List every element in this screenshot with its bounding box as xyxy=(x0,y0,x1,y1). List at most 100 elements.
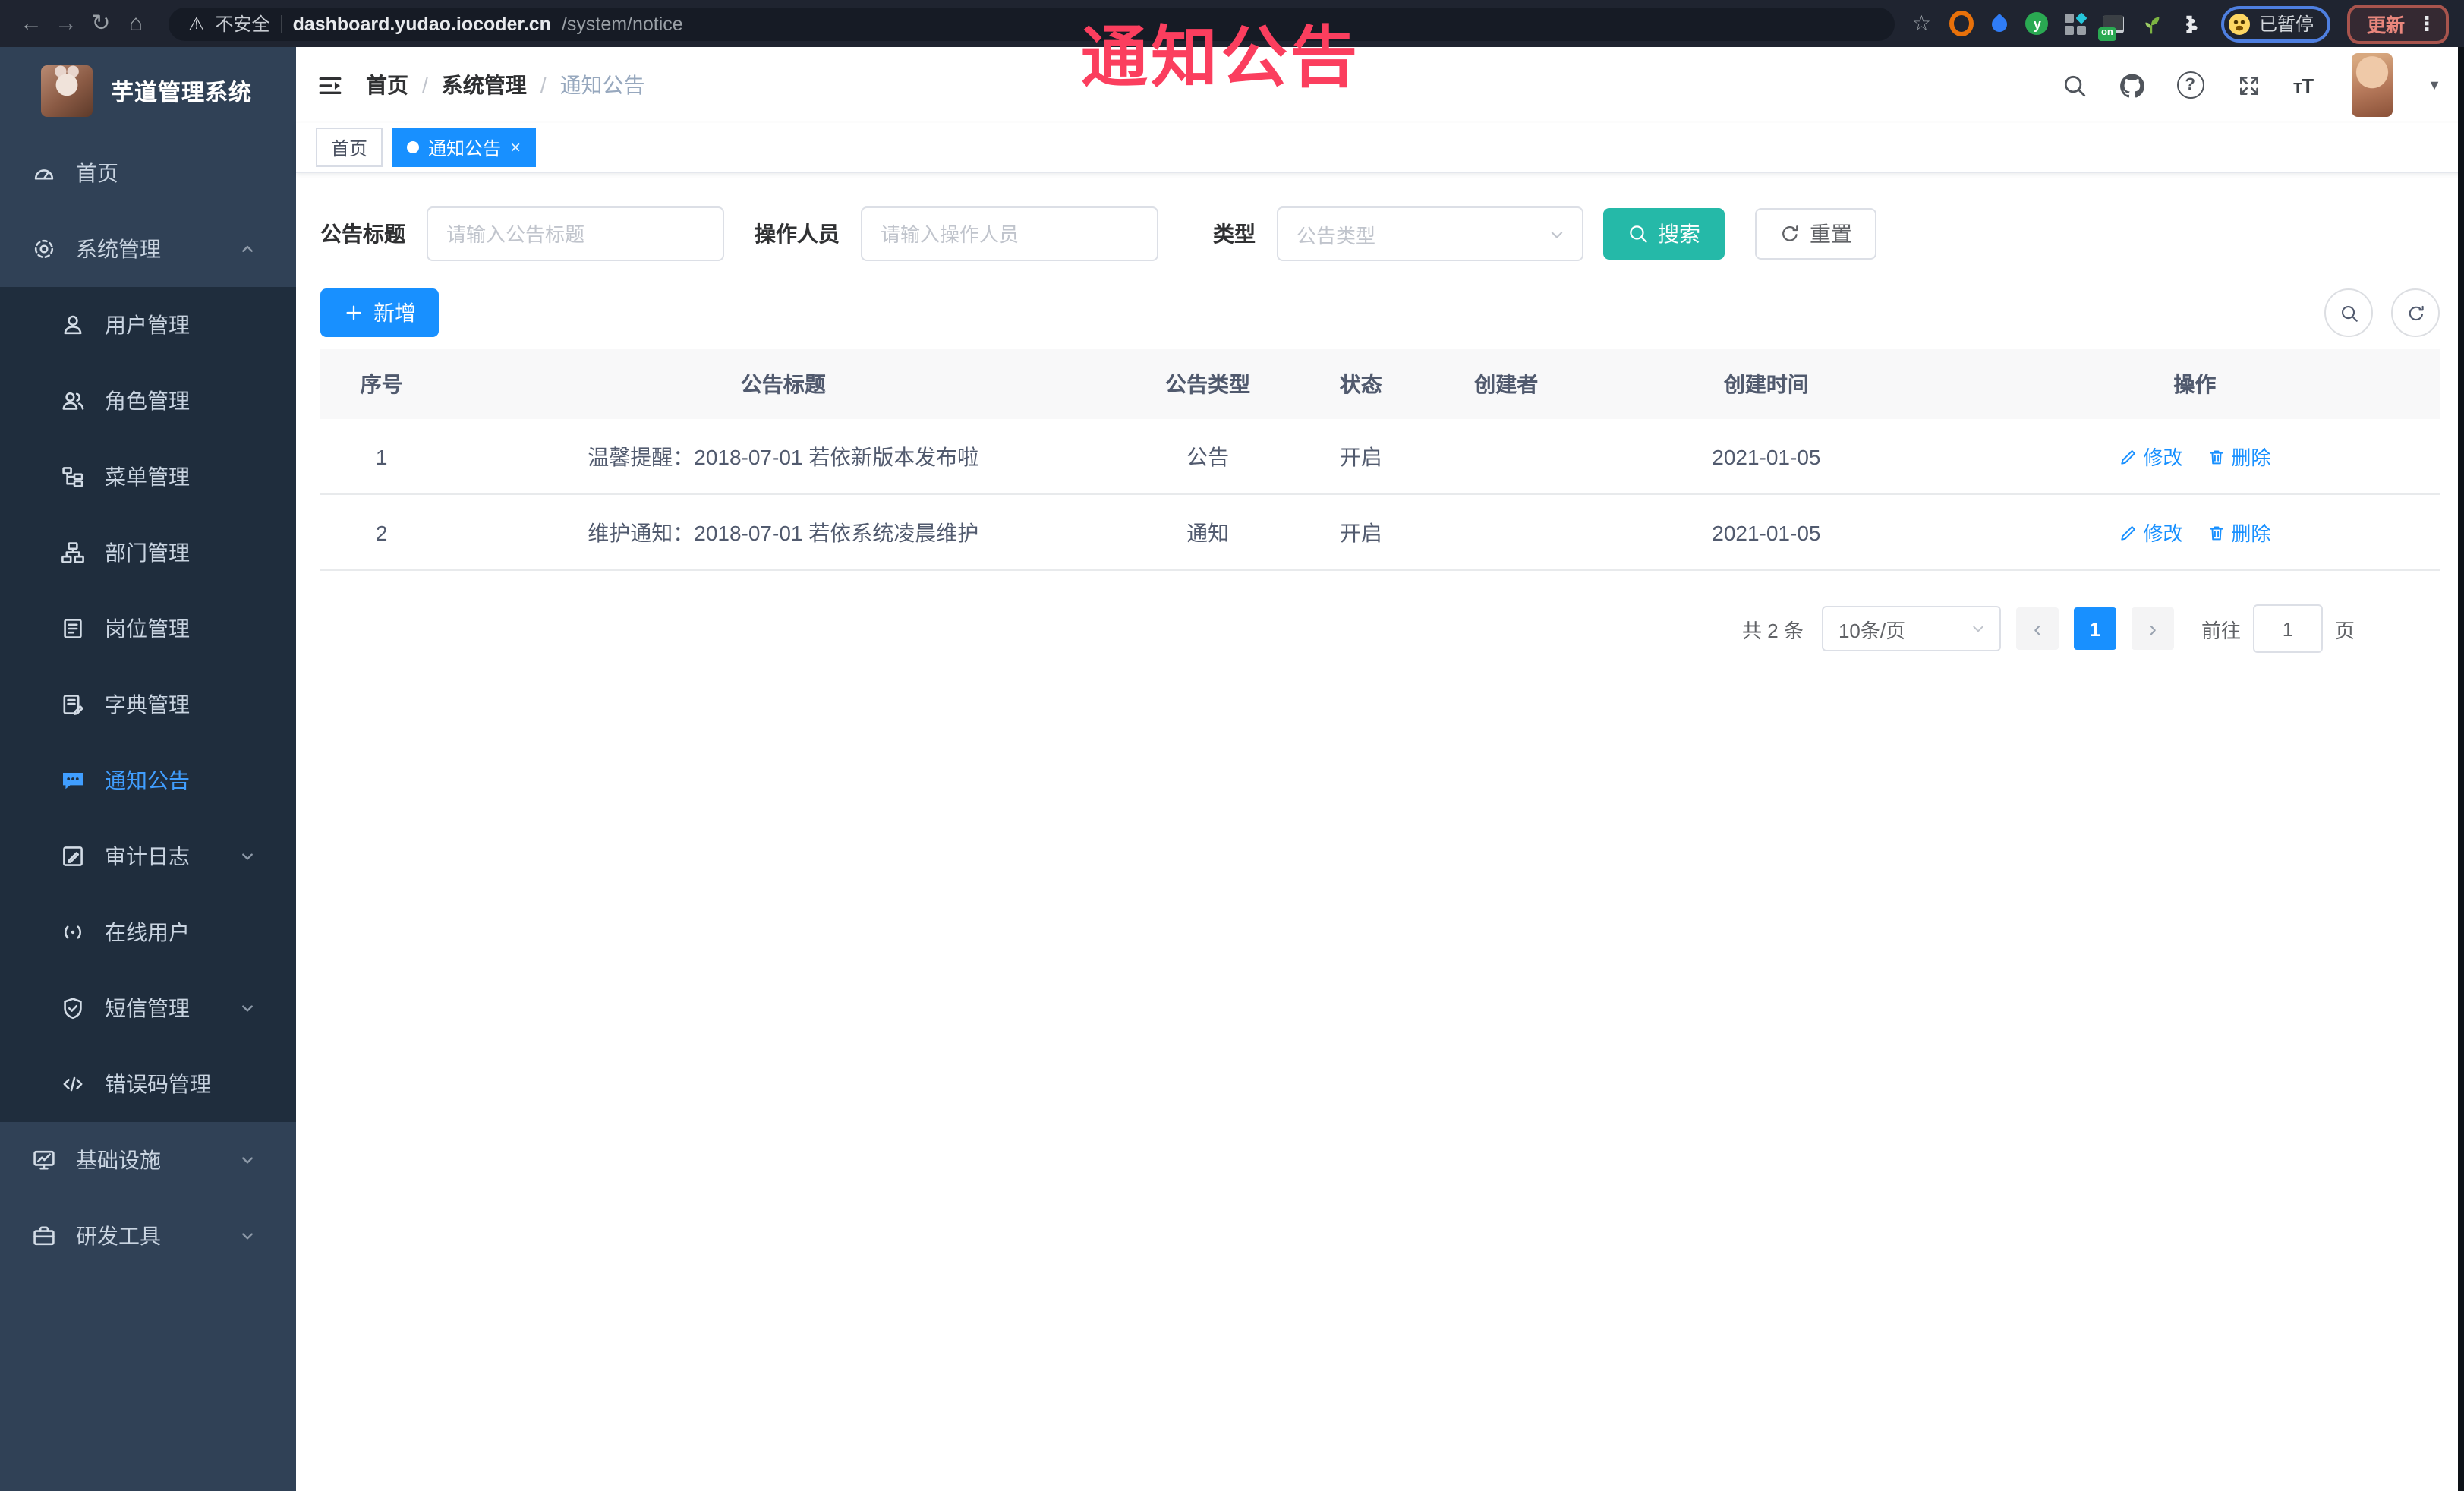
cell-creator xyxy=(1429,419,1583,495)
extension-green-circle-icon[interactable]: y xyxy=(2025,11,2050,36)
filter-operator-input[interactable] xyxy=(861,206,1158,261)
page-size-select[interactable]: 10条/页 xyxy=(1821,606,2001,651)
pagination-total: 共 2 条 xyxy=(1742,619,1804,641)
browser-home-icon[interactable]: ⌂ xyxy=(120,0,152,47)
sidebar-item-label: 岗位管理 xyxy=(105,616,190,641)
breadcrumb-item-首页[interactable]: 首页 xyxy=(366,70,408,100)
browser-back-icon[interactable]: ← xyxy=(15,0,47,47)
address-divider xyxy=(280,14,282,33)
fullscreen-icon[interactable] xyxy=(2236,72,2261,98)
page-unit-label: 页 xyxy=(2334,619,2355,641)
update-chip-label: 更新 xyxy=(2366,15,2405,36)
update-chip[interactable]: 更新 ⋮ xyxy=(2346,4,2449,43)
sidebar-item-短信管理[interactable]: 短信管理 xyxy=(0,970,296,1046)
message-icon xyxy=(61,768,85,793)
add-button[interactable]: 新增 xyxy=(320,288,439,337)
next-page-button[interactable]: › xyxy=(2131,607,2174,650)
github-icon[interactable] xyxy=(2119,72,2144,98)
search-button[interactable]: 搜索 xyxy=(1603,208,1725,260)
breadcrumb-item-系统管理[interactable]: 系统管理 xyxy=(442,70,527,100)
table-refresh-button[interactable] xyxy=(2391,288,2440,337)
close-icon[interactable]: × xyxy=(510,138,521,156)
user-avatar[interactable] xyxy=(2352,53,2393,117)
security-warning-icon: ⚠ xyxy=(188,13,205,34)
cell-created_at: 2021-01-05 xyxy=(1583,419,1950,495)
table-search-toggle-button[interactable] xyxy=(2324,288,2373,337)
sidebar-item-label: 基础设施 xyxy=(76,1148,161,1172)
sidebar-item-基础设施[interactable]: 基础设施 xyxy=(0,1122,296,1198)
url-host: dashboard.yudao.iocoder.cn xyxy=(292,13,551,34)
filter-title-label: 公告标题 xyxy=(320,222,405,246)
search-icon[interactable] xyxy=(2061,72,2087,98)
extension-blue-drop-icon[interactable] xyxy=(1987,11,2012,36)
window-edge xyxy=(2458,47,2464,1491)
browser-menu-icon[interactable]: ⋮ xyxy=(2417,11,2437,36)
extension-puzzle-icon[interactable] xyxy=(2177,11,2201,36)
edit-link[interactable]: 修改 xyxy=(2119,518,2182,547)
profile-chip[interactable]: 已暂停 xyxy=(2220,5,2330,42)
browser-reload-icon[interactable]: ↻ xyxy=(85,0,117,47)
sidebar-item-菜单管理[interactable]: 菜单管理 xyxy=(0,439,296,515)
sidebar-item-岗位管理[interactable]: 岗位管理 xyxy=(0,591,296,667)
reset-button[interactable]: 重置 xyxy=(1755,208,1876,260)
sidebar-item-通知公告[interactable]: 通知公告 xyxy=(0,742,296,818)
filter-type-select[interactable]: 公告类型 xyxy=(1277,206,1583,261)
table-toolbar: 新增 xyxy=(320,288,2440,337)
sidebar-item-在线用户[interactable]: 在线用户 xyxy=(0,894,296,970)
extensions-row: y on xyxy=(1949,11,2201,40)
sidebar-item-错误码管理[interactable]: 错误码管理 xyxy=(0,1046,296,1122)
app-title: 芋道管理系统 xyxy=(111,80,253,106)
prev-page-button[interactable]: ‹ xyxy=(2015,607,2059,650)
sidebar-item-研发工具[interactable]: 研发工具 xyxy=(0,1198,296,1274)
cell-index: 1 xyxy=(320,419,443,495)
extension-sprout-icon[interactable] xyxy=(2139,11,2163,36)
sidebar-item-部门管理[interactable]: 部门管理 xyxy=(0,515,296,591)
sidebar-item-审计日志[interactable]: 审计日志 xyxy=(0,818,296,894)
sidebar-item-角色管理[interactable]: 角色管理 xyxy=(0,363,296,439)
goto-label: 前往 xyxy=(2201,619,2241,641)
help-icon[interactable]: ? xyxy=(2176,71,2204,99)
online-icon xyxy=(61,920,85,944)
sidebar-item-用户管理[interactable]: 用户管理 xyxy=(0,287,296,363)
extension-grid-icon[interactable] xyxy=(2063,11,2087,36)
goto-page-input[interactable] xyxy=(2252,604,2323,653)
sidebar-item-label: 系统管理 xyxy=(76,237,161,261)
sidebar-logo[interactable]: 芋道管理系统 xyxy=(0,47,296,135)
sidebar-item-字典管理[interactable]: 字典管理 xyxy=(0,667,296,742)
cell-status: 开启 xyxy=(1292,419,1430,495)
sidebar-item-label: 在线用户 xyxy=(105,920,190,944)
sidebar-item-系统管理[interactable]: 系统管理 xyxy=(0,211,296,287)
profile-emoji-icon xyxy=(2228,13,2250,34)
sidebar-item-label: 审计日志 xyxy=(105,844,190,868)
tags-view-bar: 首页 通知公告 × xyxy=(296,123,2464,173)
column-header-公告标题: 公告标题 xyxy=(443,349,1124,419)
sidebar-item-首页[interactable]: 首页 xyxy=(0,135,296,211)
delete-link[interactable]: 删除 xyxy=(2207,518,2270,547)
delete-link[interactable]: 删除 xyxy=(2207,442,2270,471)
monitor-icon xyxy=(32,1148,56,1172)
sidebar-item-label: 通知公告 xyxy=(105,768,190,793)
peoples-icon xyxy=(61,389,85,413)
address-bar[interactable]: ⚠ 不安全 dashboard.yudao.iocoder.cn/system/… xyxy=(169,7,1895,40)
cell-status: 开启 xyxy=(1292,494,1430,571)
filter-title-input[interactable] xyxy=(427,206,724,261)
font-size-icon[interactable]: TT xyxy=(2293,74,2314,96)
extension-orange-ring-icon[interactable] xyxy=(1949,11,1974,36)
tag-通知公告[interactable]: 通知公告 × xyxy=(392,128,537,167)
bookmark-star-icon[interactable]: ☆ xyxy=(1912,11,1931,36)
avatar-caret-down-icon[interactable]: ▼ xyxy=(2428,77,2441,93)
table-tools xyxy=(2324,288,2440,337)
tag-首页[interactable]: 首页 xyxy=(316,128,383,167)
shield-icon xyxy=(61,996,85,1020)
page-content: 公告标题 操作人员 类型 公告类型 搜索 xyxy=(296,173,2464,1491)
edit-link[interactable]: 修改 xyxy=(2119,442,2182,471)
extension-list-icon[interactable]: on xyxy=(2097,11,2125,40)
browser-forward-icon[interactable]: → xyxy=(50,0,82,47)
annotation-overlay: 通知公告 xyxy=(1081,21,1360,96)
page-1-button[interactable]: 1 xyxy=(2073,607,2116,650)
dashboard-icon xyxy=(32,161,56,185)
pagination: 共 2 条 10条/页 ‹ 1 › 前往 页 xyxy=(320,604,2355,653)
trash-icon xyxy=(2207,523,2225,541)
sidebar-fold-icon[interactable] xyxy=(317,72,343,98)
refresh-icon xyxy=(1779,223,1801,244)
